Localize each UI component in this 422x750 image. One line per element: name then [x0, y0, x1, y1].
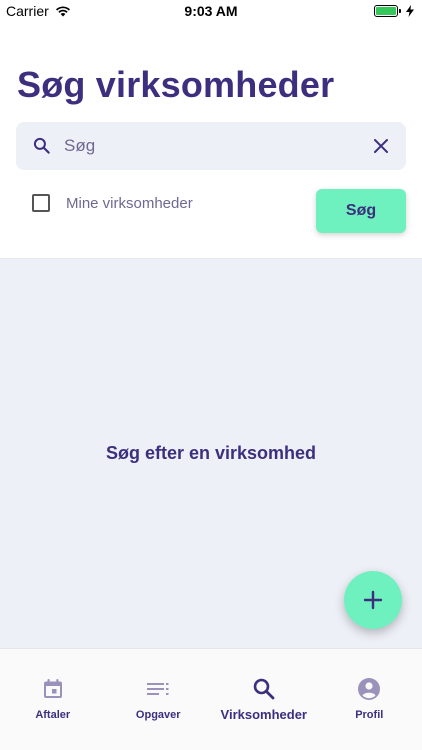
status-bar: Carrier 9:03 AM	[0, 0, 422, 22]
carrier-label: Carrier	[6, 3, 49, 19]
search-icon	[253, 678, 275, 700]
tab-profil[interactable]: Profil	[317, 649, 422, 750]
tab-aftaler[interactable]: Aftaler	[0, 649, 106, 750]
tab-label-aftaler: Aftaler	[35, 709, 71, 721]
page-title: Søg virksomheder	[17, 64, 335, 105]
status-left: Carrier	[6, 3, 71, 19]
calendar-icon	[43, 679, 62, 698]
search-icon	[33, 137, 50, 154]
battery-level	[376, 7, 396, 15]
header: Søg virksomheder Mine virksomheder Søg	[0, 22, 422, 258]
add-button[interactable]	[344, 571, 402, 629]
search-button[interactable]: Søg	[316, 189, 406, 233]
search-input[interactable]	[64, 122, 364, 170]
my-companies-checkbox[interactable]	[32, 194, 50, 212]
my-companies-label[interactable]: Mine virksomheder	[66, 195, 193, 212]
tab-virksomheder[interactable]: Virksomheder	[211, 649, 317, 750]
tab-label-profil: Profil	[355, 709, 384, 721]
status-right	[374, 5, 414, 17]
battery-icon	[374, 5, 401, 17]
plus-icon	[363, 590, 383, 610]
profile-icon	[358, 678, 381, 700]
tab-label-virksomheder: Virksomheder	[220, 707, 307, 722]
tab-opgaver[interactable]: Opgaver	[106, 649, 212, 750]
close-icon[interactable]	[373, 138, 389, 154]
search-bar[interactable]	[16, 122, 406, 170]
empty-state-message: Søg efter en virksomhed	[105, 443, 317, 463]
wifi-icon	[55, 6, 70, 17]
charging-icon	[406, 5, 414, 17]
tab-bar: Aftaler Opgaver Virksomheder Profil	[0, 648, 422, 750]
list-icon	[147, 683, 169, 695]
results-area: Søg efter en virksomhed	[0, 258, 422, 648]
tab-label-opgaver: Opgaver	[135, 709, 181, 721]
